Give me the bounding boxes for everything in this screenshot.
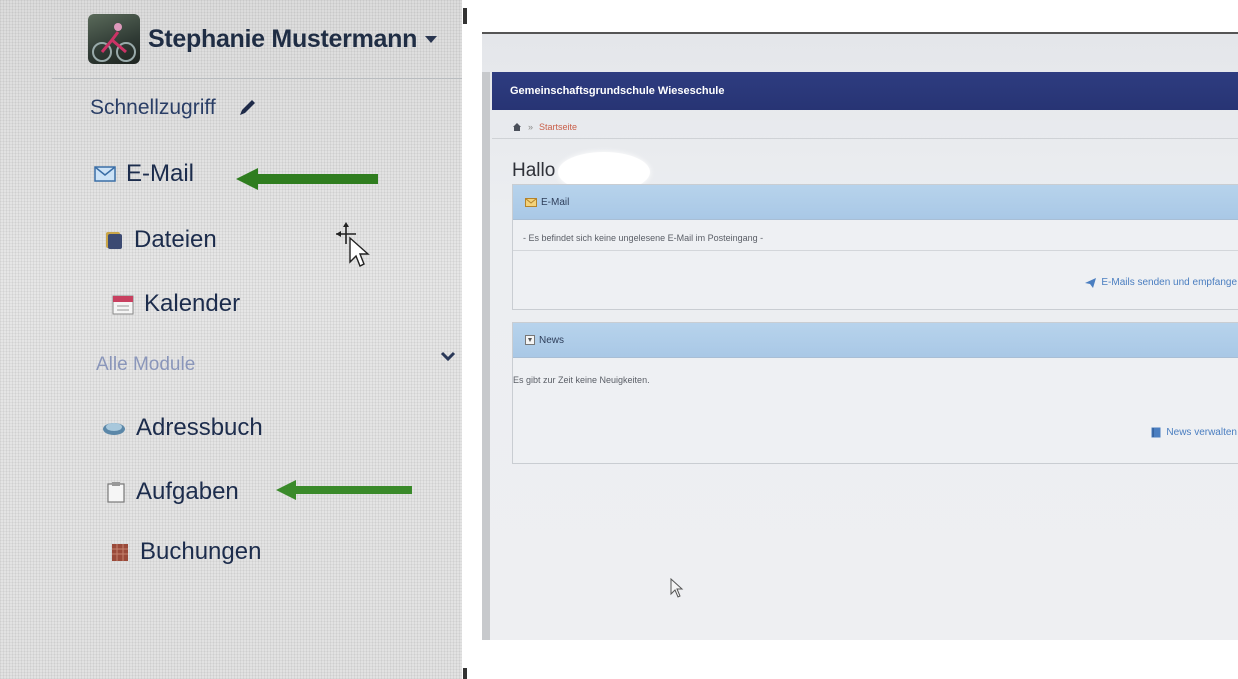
all-modules-toggle[interactable]: Alle Module <box>96 351 462 376</box>
greeting: Hallo <box>512 160 556 181</box>
envelope-icon <box>94 166 116 182</box>
breadcrumb-current[interactable]: Startseite <box>539 122 577 132</box>
screen-edge <box>482 72 490 640</box>
divider <box>52 78 462 79</box>
pencil-icon[interactable] <box>236 97 258 119</box>
nav-label: Adressbuch <box>136 414 263 441</box>
tasks-icon <box>107 482 125 503</box>
nav-label: Kalender <box>144 290 241 317</box>
screen-edge <box>482 32 1238 34</box>
caret-down-icon[interactable] <box>425 35 438 43</box>
nav-item-address-book[interactable]: Adressbuch <box>102 414 263 442</box>
quick-access-label: Schnellzugriff <box>90 96 216 119</box>
email-card-title: E-Mail <box>541 196 570 208</box>
bookings-icon <box>112 544 128 561</box>
move-cursor-icon <box>336 222 370 267</box>
right-screen-photo: Gemeinschaftsgrundschule Wieseschule » S… <box>482 32 1238 640</box>
paper-plane-icon <box>1085 277 1097 288</box>
quick-access: Schnellzugriff <box>90 96 258 120</box>
avatar-image <box>92 23 136 62</box>
nav-item-bookings[interactable]: Buchungen <box>110 538 261 566</box>
book-icon <box>1151 427 1161 438</box>
nav-label: Buchungen <box>140 538 262 565</box>
news-card-title: News <box>539 334 565 346</box>
user-name: Stephanie Mustermann <box>148 24 418 53</box>
folder-icon <box>106 232 122 249</box>
divider <box>492 138 1238 139</box>
news-icon <box>525 335 535 345</box>
nav-item-calendar[interactable]: Kalender <box>112 290 240 318</box>
nav-label: Aufgaben <box>136 478 239 505</box>
nav-label: E-Mail <box>126 160 195 187</box>
green-arrow-annotation <box>236 168 378 190</box>
panel-edge <box>463 8 467 24</box>
app-title[interactable]: Gemeinschaftsgrundschule Wieseschule <box>510 85 724 97</box>
email-link-label: E-Mails senden und empfange <box>1101 277 1237 288</box>
nav-item-email[interactable]: E-Mail <box>94 160 194 188</box>
divider <box>513 250 1238 251</box>
breadcrumb-separator: » <box>528 122 534 132</box>
envelope-icon <box>525 197 537 207</box>
email-status-text: - Es befindet sich keine ungelesene E-Ma… <box>523 233 764 243</box>
panel-edge <box>463 668 467 679</box>
email-card: E-Mail - Es befindet sich keine ungelese… <box>512 184 1238 310</box>
nav-item-tasks[interactable]: Aufgaben <box>106 478 239 506</box>
nav-label: Dateien <box>134 226 217 253</box>
email-send-receive-link[interactable]: E-Mails senden und empfange <box>1085 277 1237 288</box>
news-status-text: Es gibt zur Zeit keine Neuigkeiten. <box>513 375 650 385</box>
avatar <box>88 14 140 64</box>
all-modules-label: Alle Module <box>96 354 196 375</box>
news-manage-link[interactable]: News verwalten <box>1151 427 1237 438</box>
news-link-label: News verwalten <box>1166 427 1237 438</box>
email-card-header: E-Mail <box>513 185 1238 220</box>
nav-item-files[interactable]: Dateien <box>104 226 217 254</box>
user-menu[interactable]: Stephanie Mustermann <box>88 14 438 64</box>
news-card: News Es gibt zur Zeit keine Neuigkeiten.… <box>512 322 1238 464</box>
left-sidebar-photo: Stephanie Mustermann Schnellzugriff E-Ma… <box>0 0 462 679</box>
address-book-icon <box>103 423 125 435</box>
mouse-pointer-icon <box>670 578 684 598</box>
news-card-header: News <box>513 323 1238 358</box>
home-icon[interactable] <box>512 122 522 132</box>
chevron-down-icon[interactable] <box>440 350 456 362</box>
green-arrow-annotation <box>276 480 412 500</box>
calendar-icon <box>112 295 134 315</box>
breadcrumb: » Startseite <box>512 122 577 132</box>
app-header: Gemeinschaftsgrundschule Wieseschule <box>492 72 1238 110</box>
